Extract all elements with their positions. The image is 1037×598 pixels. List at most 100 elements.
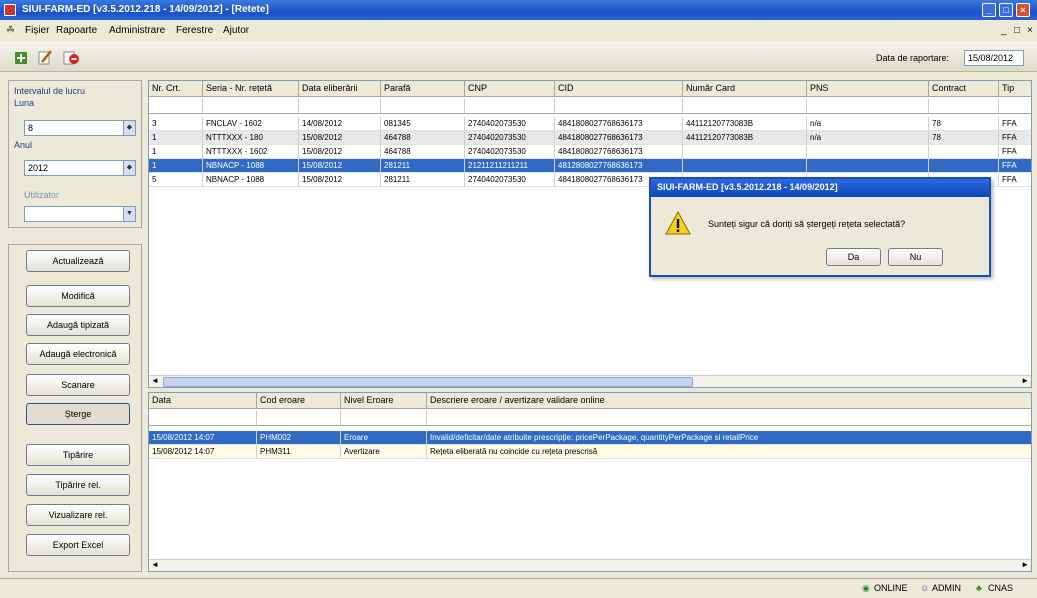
filter-cell[interactable] (929, 98, 999, 114)
table-cell[interactable]: 21211211211211 (465, 159, 555, 173)
column-header[interactable]: PNS (807, 81, 929, 97)
column-header[interactable]: Descriere eroare / avertizare validare o… (427, 393, 1031, 409)
filter-cell[interactable] (465, 98, 555, 114)
filter-cell[interactable] (999, 98, 1031, 114)
table-cell[interactable]: 281211 (381, 173, 465, 187)
table-cell[interactable]: 2740402073530 (465, 117, 555, 131)
column-header[interactable]: CNP (465, 81, 555, 97)
errors-grid[interactable]: Data Cod eroare Nivel Eroare Descriere e… (148, 392, 1032, 572)
export-excel-button[interactable]: Export Excel (26, 534, 130, 556)
add-icon[interactable] (12, 48, 30, 66)
scroll-right-icon[interactable]: ► (1021, 560, 1029, 569)
column-header[interactable]: Tip (999, 81, 1031, 97)
table-cell[interactable] (807, 159, 929, 173)
delete-icon[interactable] (62, 48, 80, 66)
print-button[interactable]: Tipărire (26, 444, 130, 466)
table-cell[interactable]: 1 (149, 131, 203, 145)
yes-button[interactable]: Da (826, 248, 881, 266)
minimize-button[interactable]: _ (982, 3, 996, 17)
dropdown-arrow-icon[interactable]: ▼ (123, 207, 135, 221)
year-spinner[interactable]: 2012 ◆ (24, 160, 136, 176)
add-typed-button[interactable]: Adaugă tipizată (26, 314, 130, 336)
top-horizontal-scrollbar[interactable]: ◄ ► (149, 375, 1031, 387)
table-cell[interactable]: 15/08/2012 (299, 173, 381, 187)
column-header[interactable]: Data eliberării (299, 81, 381, 97)
table-cell[interactable]: 3 (149, 117, 203, 131)
table-cell[interactable]: 464788 (381, 131, 465, 145)
add-electronic-button[interactable]: Adaugă electronică (26, 343, 130, 365)
calendar-spin-icon[interactable]: ◆ (123, 121, 135, 135)
filter-cell[interactable] (299, 98, 381, 114)
scan-button[interactable]: Scanare (26, 374, 130, 396)
column-header[interactable]: Nivel Eroare (341, 393, 427, 409)
filter-cell[interactable] (257, 410, 341, 426)
filter-cell[interactable] (683, 98, 807, 114)
scroll-left-icon[interactable]: ◄ (151, 560, 159, 569)
scroll-left-icon[interactable]: ◄ (151, 376, 159, 385)
view-report-button[interactable]: Vizualizare rel. (26, 504, 130, 526)
table-cell[interactable]: 2740402073530 (465, 131, 555, 145)
table-cell[interactable]: FFA (999, 117, 1031, 131)
table-cell[interactable]: 4812808027768636173 (555, 159, 683, 173)
column-header[interactable]: Nr. Crt. (149, 81, 203, 97)
mdi-minimize-button[interactable]: _ (1001, 25, 1007, 36)
table-cell[interactable]: FFA (999, 131, 1031, 145)
modify-button[interactable]: Modifică (26, 285, 130, 307)
table-cell[interactable]: 4841808027768636173 (555, 117, 683, 131)
menu-administration[interactable]: Administrare (109, 25, 165, 36)
column-header[interactable]: CID (555, 81, 683, 97)
column-header[interactable]: Seria - Nr. rețetă (203, 81, 299, 97)
report-date-input[interactable]: 15/08/2012 (964, 50, 1024, 66)
table-cell[interactable] (929, 159, 999, 173)
table-cell[interactable]: 464788 (381, 145, 465, 159)
menu-windows[interactable]: Ferestre (176, 25, 213, 36)
table-cell[interactable]: 15/08/2012 (299, 145, 381, 159)
maximize-button[interactable]: □ (999, 3, 1013, 17)
refresh-button[interactable]: Actualizează (26, 250, 130, 272)
scroll-thumb[interactable] (163, 377, 693, 387)
table-cell[interactable]: 44112120773083B (683, 131, 807, 145)
table-cell[interactable]: Eroare (341, 431, 427, 445)
filter-cell[interactable] (203, 98, 299, 114)
table-cell[interactable]: 081345 (381, 117, 465, 131)
table-cell[interactable]: 15/08/2012 (299, 159, 381, 173)
close-button[interactable]: × (1016, 3, 1030, 17)
table-cell[interactable]: 2740402073530 (465, 145, 555, 159)
user-dropdown[interactable]: ▼ (24, 206, 136, 222)
column-header[interactable]: Parafă (381, 81, 465, 97)
table-cell[interactable]: 4841808027768636173 (555, 145, 683, 159)
table-cell[interactable] (929, 145, 999, 159)
table-cell[interactable]: PHM311 (257, 445, 341, 459)
table-cell[interactable]: 281211 (381, 159, 465, 173)
scroll-right-icon[interactable]: ► (1021, 376, 1029, 385)
print-report-button[interactable]: Tipărire rel. (26, 474, 130, 496)
column-header[interactable]: Număr Card (683, 81, 807, 97)
table-cell[interactable]: 15/08/2012 14:07 (149, 431, 257, 445)
table-cell[interactable]: 1 (149, 159, 203, 173)
table-cell[interactable]: Avertizare (341, 445, 427, 459)
bottom-horizontal-scrollbar[interactable]: ◄ ► (149, 559, 1031, 571)
table-cell[interactable]: 44112120773083B (683, 117, 807, 131)
table-cell[interactable]: 78 (929, 117, 999, 131)
table-cell[interactable]: 5 (149, 173, 203, 187)
table-cell[interactable]: Invalid/deficitar/date atribuite prescri… (427, 431, 1031, 445)
table-cell[interactable]: n/a (807, 117, 929, 131)
filter-cell[interactable] (807, 98, 929, 114)
table-cell[interactable]: FFA (999, 159, 1031, 173)
table-cell[interactable]: 2740402073530 (465, 173, 555, 187)
column-header[interactable]: Contract (929, 81, 999, 97)
table-cell[interactable]: 15/08/2012 14:07 (149, 445, 257, 459)
menu-help[interactable]: Ajutor (223, 25, 249, 36)
menu-reports[interactable]: Rapoarte (56, 25, 97, 36)
filter-cell[interactable] (381, 98, 465, 114)
month-spinner[interactable]: 8 ◆ (24, 120, 136, 136)
table-cell[interactable]: FFA (999, 173, 1031, 187)
filter-cell[interactable] (149, 410, 257, 426)
table-cell[interactable] (683, 159, 807, 173)
table-cell[interactable] (807, 145, 929, 159)
table-cell[interactable]: NBNACP - 1088 (203, 159, 299, 173)
table-cell[interactable]: NTTTXXX - 180 (203, 131, 299, 145)
edit-icon[interactable] (36, 48, 54, 66)
filter-cell[interactable] (555, 98, 683, 114)
no-button[interactable]: Nu (888, 248, 943, 266)
